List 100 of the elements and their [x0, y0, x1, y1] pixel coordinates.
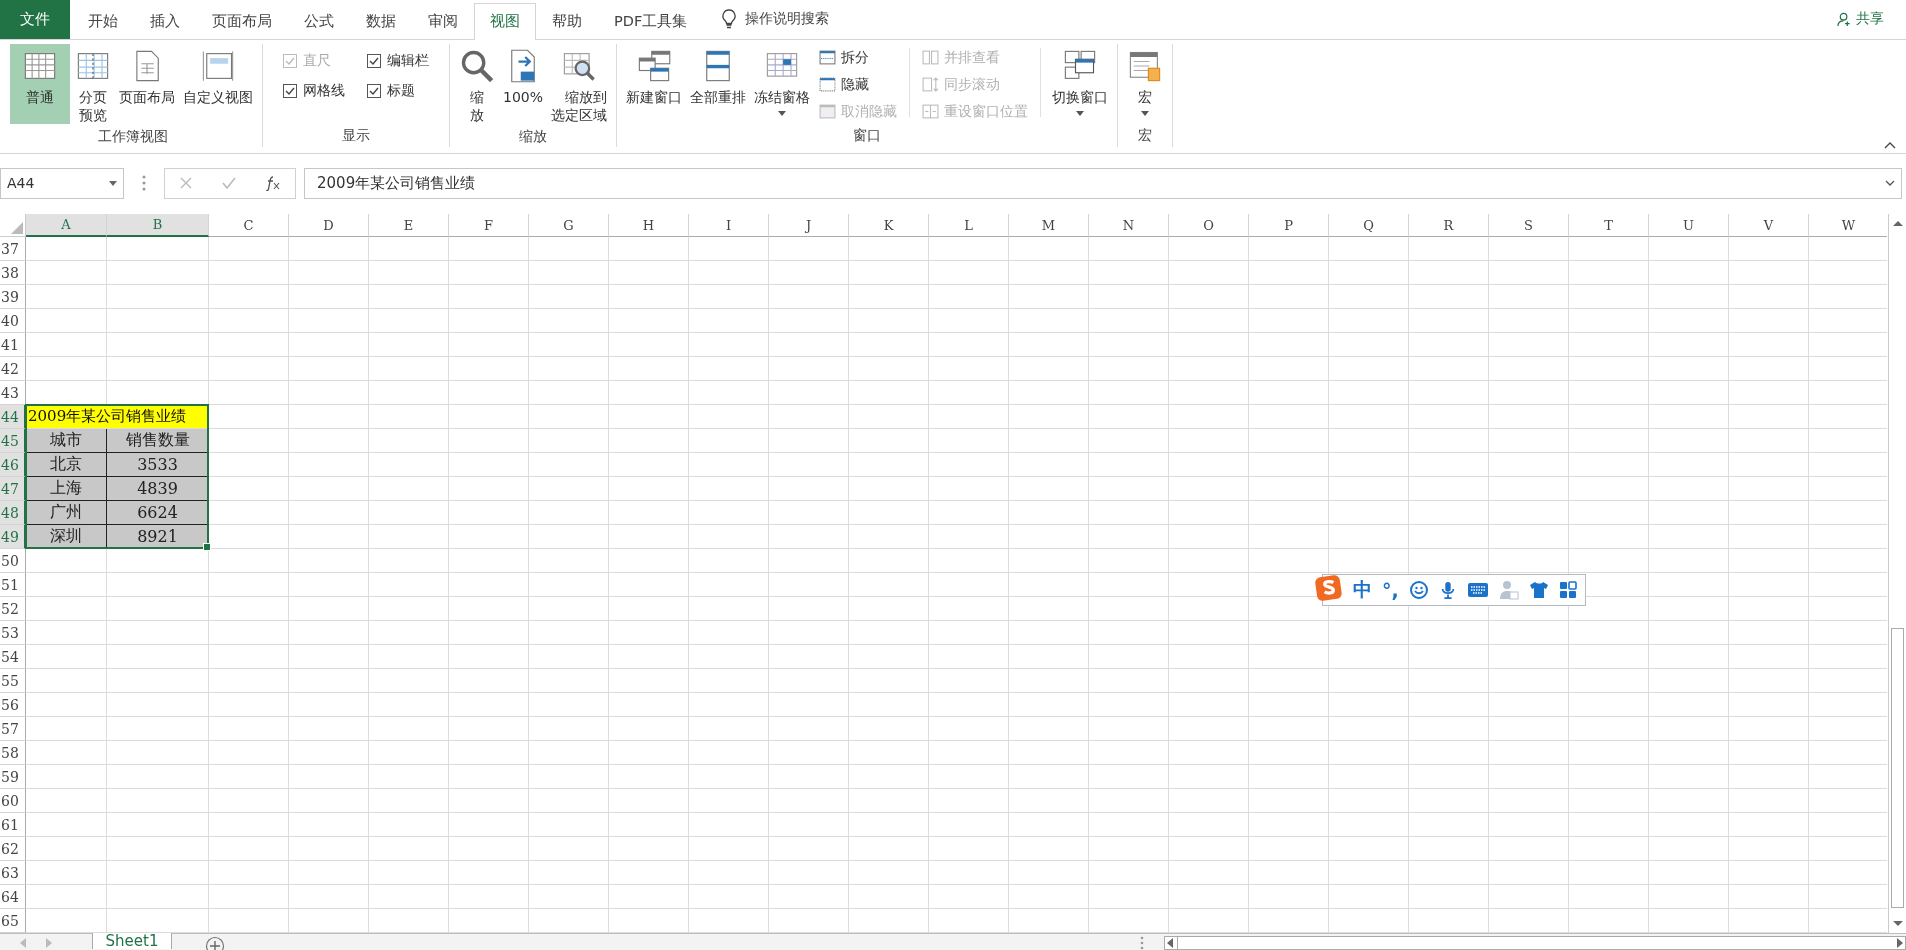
- column-header[interactable]: U: [1649, 214, 1729, 237]
- column-header[interactable]: A: [26, 214, 107, 237]
- row-header[interactable]: 56: [0, 693, 26, 717]
- add-sheet-icon[interactable]: [205, 936, 225, 950]
- punctuation-toggle[interactable]: °,: [1382, 579, 1399, 601]
- row-header[interactable]: 39: [0, 285, 26, 309]
- column-header[interactable]: V: [1729, 214, 1809, 237]
- checkbox[interactable]: [367, 83, 381, 98]
- ribbon-button[interactable]: 分页预览: [72, 43, 114, 129]
- ribbon-tab[interactable]: PDF工具集: [598, 3, 704, 39]
- horizontal-scrollbar[interactable]: [1164, 936, 1906, 950]
- grid-icon[interactable]: [1558, 581, 1577, 599]
- column-header[interactable]: F: [449, 214, 529, 237]
- row-header[interactable]: 63: [0, 861, 26, 885]
- row-header[interactable]: 42: [0, 357, 26, 381]
- scroll-left-icon[interactable]: [1167, 938, 1173, 948]
- ribbon-tab[interactable]: 帮助: [536, 3, 598, 39]
- ribbon-button[interactable]: 普通: [10, 43, 70, 124]
- ribbon-button[interactable]: 页面布局: [116, 43, 178, 124]
- scroll-thumb[interactable]: [1891, 628, 1904, 909]
- drag-handle-icon[interactable]: [1140, 936, 1144, 950]
- sheet-tab[interactable]: Sheet1: [92, 933, 172, 949]
- drag-handle-icon[interactable]: [142, 175, 146, 192]
- row-header[interactable]: 57: [0, 717, 26, 741]
- row-header[interactable]: 64: [0, 885, 26, 909]
- ribbon-button[interactable]: 全部重排: [687, 43, 750, 124]
- row-header[interactable]: 55: [0, 669, 26, 693]
- share-button[interactable]: 共享: [1815, 0, 1906, 39]
- fill-handle[interactable]: [203, 543, 211, 551]
- row-header[interactable]: 51: [0, 573, 26, 597]
- row-header[interactable]: 53: [0, 621, 26, 645]
- keyboard-icon[interactable]: [1466, 582, 1489, 598]
- row-header[interactable]: 46: [0, 453, 26, 477]
- column-header[interactable]: B: [107, 214, 209, 237]
- column-header[interactable]: E: [369, 214, 449, 237]
- dropdown-button[interactable]: 冻结窗格: [751, 43, 814, 124]
- row-header[interactable]: 41: [0, 333, 26, 357]
- ribbon-button[interactable]: 隐藏: [819, 72, 898, 97]
- smiley-icon[interactable]: [1408, 580, 1429, 600]
- scroll-right-icon[interactable]: [1897, 938, 1903, 948]
- column-header[interactable]: R: [1409, 214, 1489, 237]
- checkmark-icon[interactable]: [221, 175, 237, 192]
- row-header[interactable]: 54: [0, 645, 26, 669]
- column-header[interactable]: N: [1089, 214, 1169, 237]
- row-header[interactable]: 59: [0, 765, 26, 789]
- column-header[interactable]: H: [609, 214, 689, 237]
- ribbon-tab[interactable]: 审阅: [412, 3, 474, 39]
- shirt-icon[interactable]: [1528, 581, 1549, 599]
- ribbon-button[interactable]: 自定义视图: [180, 43, 256, 124]
- ribbon-tab[interactable]: 页面布局: [196, 3, 288, 39]
- formula-input[interactable]: 2009年某公司销售业绩: [304, 167, 1902, 199]
- ribbon-button[interactable]: 拆分: [819, 45, 898, 70]
- row-header[interactable]: 37: [0, 237, 26, 261]
- row-header[interactable]: 48: [0, 501, 26, 525]
- column-header[interactable]: D: [289, 214, 369, 237]
- row-header[interactable]: 44: [0, 405, 26, 429]
- column-header[interactable]: P: [1249, 214, 1329, 237]
- scroll-down-icon[interactable]: [1892, 921, 1903, 927]
- dropdown-button[interactable]: 切换窗口: [1049, 43, 1112, 124]
- column-header[interactable]: Q: [1329, 214, 1409, 237]
- row-header[interactable]: 58: [0, 741, 26, 765]
- row-header[interactable]: 50: [0, 549, 26, 573]
- ribbon-button[interactable]: 100%: [500, 43, 547, 124]
- column-header[interactable]: G: [529, 214, 609, 237]
- checkbox[interactable]: [367, 53, 381, 68]
- dropdown-button[interactable]: 宏: [1124, 43, 1167, 124]
- column-header[interactable]: L: [929, 214, 1009, 237]
- row-header[interactable]: 38: [0, 261, 26, 285]
- column-header[interactable]: C: [209, 214, 289, 237]
- name-box[interactable]: A44: [0, 167, 124, 199]
- tell-me-search[interactable]: 操作说明搜索: [737, 0, 838, 39]
- column-header[interactable]: K: [849, 214, 929, 237]
- scroll-up-icon[interactable]: [1892, 220, 1903, 226]
- input-mode-toggle[interactable]: 中: [1353, 577, 1372, 603]
- ribbon-button[interactable]: 缩放: [456, 43, 498, 129]
- column-header[interactable]: I: [689, 214, 769, 237]
- checkbox[interactable]: [283, 83, 297, 98]
- row-header[interactable]: 45: [0, 429, 26, 453]
- column-header[interactable]: O: [1169, 214, 1249, 237]
- row-header[interactable]: 60: [0, 789, 26, 813]
- ribbon-tab[interactable]: 开始: [72, 3, 134, 39]
- row-header[interactable]: 47: [0, 477, 26, 501]
- function-icon[interactable]: [263, 175, 282, 192]
- column-header[interactable]: J: [769, 214, 849, 237]
- ribbon-tab[interactable]: 插入: [134, 3, 196, 39]
- row-header[interactable]: 61: [0, 813, 26, 837]
- ribbon-tab[interactable]: 公式: [288, 3, 350, 39]
- ribbon-tab[interactable]: 数据: [350, 3, 412, 39]
- collapse-ribbon-icon[interactable]: [1884, 140, 1896, 149]
- row-header[interactable]: 40: [0, 309, 26, 333]
- row-header[interactable]: 49: [0, 525, 26, 549]
- ribbon-tab[interactable]: 视图: [474, 3, 536, 40]
- ribbon-button[interactable]: 缩放到选定区域: [548, 43, 611, 129]
- expand-icon[interactable]: [1885, 180, 1895, 187]
- vertical-scrollbar[interactable]: [1888, 214, 1906, 933]
- row-header[interactable]: 52: [0, 597, 26, 621]
- row-header[interactable]: 62: [0, 837, 26, 861]
- ribbon-button[interactable]: 新建窗口: [623, 43, 686, 124]
- column-header[interactable]: T: [1569, 214, 1649, 237]
- column-header[interactable]: S: [1489, 214, 1569, 237]
